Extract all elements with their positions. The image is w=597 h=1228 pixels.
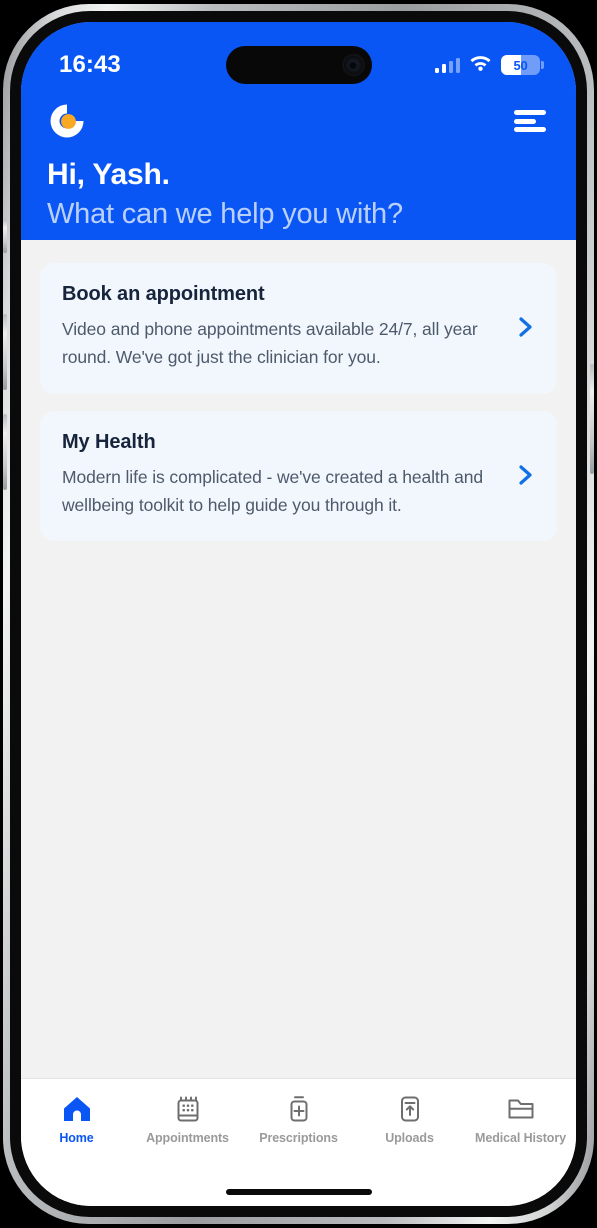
home-indicator[interactable] — [225, 1189, 372, 1195]
nav-label: Uploads — [385, 1131, 434, 1145]
power-button[interactable] — [590, 364, 594, 474]
header-top-bar — [47, 94, 546, 148]
battery-icon: 50 — [501, 55, 544, 75]
status-indicators: 50 — [434, 54, 544, 76]
chevron-right-icon[interactable] — [517, 461, 535, 489]
nav-item-appointments[interactable]: Appointments — [132, 1093, 243, 1145]
main-content: Book an appointment Video and phone appo… — [21, 240, 576, 1078]
dynamic-island — [225, 46, 372, 84]
card-title: Book an appointment — [62, 283, 265, 305]
hamburger-line-3 — [514, 127, 546, 132]
greeting-text: Hi, Yash. — [47, 158, 170, 191]
nav-label: Appointments — [146, 1131, 229, 1145]
signal-bar-3 — [448, 60, 453, 73]
nav-label: Prescriptions — [259, 1131, 338, 1145]
signal-bar-2 — [441, 64, 446, 73]
card-body: Book an appointment Video and phone appo… — [62, 283, 517, 372]
wifi-icon — [469, 54, 492, 76]
card-title: My Health — [62, 430, 156, 453]
battery-tip — [541, 61, 544, 69]
signal-bar-1 — [434, 67, 439, 73]
nav-item-prescriptions[interactable]: Prescriptions — [243, 1093, 354, 1145]
nav-item-home[interactable]: Home — [21, 1093, 132, 1145]
signal-bar-4 — [455, 57, 460, 73]
home-icon — [62, 1093, 92, 1124]
app-logo-icon[interactable] — [47, 101, 87, 141]
silent-switch-button[interactable] — [3, 219, 7, 253]
nav-label: Medical History — [475, 1131, 566, 1145]
upload-device-icon — [398, 1093, 422, 1124]
nav-item-medical-history[interactable]: Medical History — [465, 1093, 576, 1145]
subgreeting-text: What can we help you with? — [47, 198, 403, 230]
card-description: Video and phone appointments available 2… — [62, 319, 478, 368]
card-body: My Health Modern life is complicated - w… — [62, 431, 517, 520]
status-time: 16:43 — [59, 51, 121, 78]
volume-up-button[interactable] — [3, 314, 7, 390]
battery-percent-label: 50 — [513, 57, 528, 73]
phone-screen: Hi, Yash. What can we help you with? 16:… — [21, 22, 576, 1206]
hamburger-line-2 — [514, 118, 536, 124]
card-book-an-appointment[interactable]: Book an appointment Video and phone appo… — [40, 263, 557, 394]
pill-bottle-icon — [286, 1093, 312, 1124]
nav-label: Home — [59, 1131, 94, 1145]
front-camera-icon — [343, 55, 363, 75]
cellular-signal-icon — [434, 57, 460, 73]
hamburger-line-1 — [514, 110, 546, 115]
nav-item-uploads[interactable]: Uploads — [354, 1093, 465, 1145]
volume-down-button[interactable] — [3, 414, 7, 490]
hamburger-menu-icon[interactable] — [514, 110, 546, 132]
phone-bezel: Hi, Yash. What can we help you with? 16:… — [10, 11, 587, 1217]
chevron-right-icon[interactable] — [517, 313, 535, 341]
card-my-health[interactable]: My Health Modern life is complicated - w… — [40, 410, 557, 542]
card-description: Modern life is complicated - we've creat… — [62, 466, 483, 516]
folder-icon — [506, 1093, 536, 1124]
bottom-navigation-bar: Home Appointments Prescriptions Uploads … — [21, 1078, 576, 1206]
calendar-icon — [174, 1093, 202, 1124]
phone-frame: Hi, Yash. What can we help you with? 16:… — [3, 4, 594, 1224]
